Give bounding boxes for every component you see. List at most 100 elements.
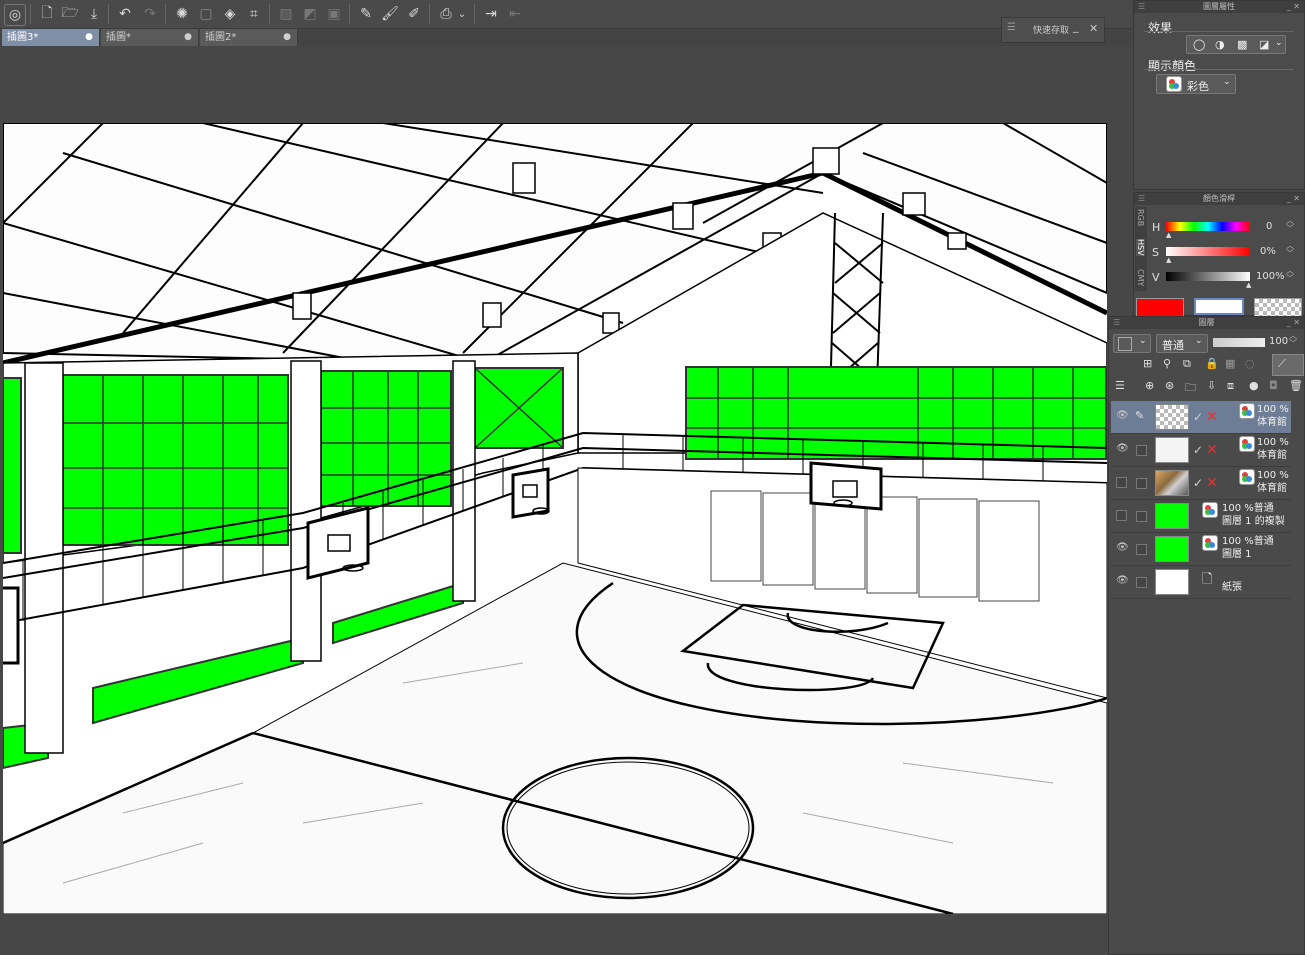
save-icon[interactable]: ⤓ <box>84 4 104 24</box>
tab-close-dot-icon[interactable]: ● <box>283 29 291 46</box>
loading-spinner-icon[interactable]: ✺ <box>172 4 192 24</box>
h-stepper-icon[interactable]: ︿ ﹀ <box>1286 217 1294 233</box>
ref-layer-icon[interactable]: ⊞ <box>1143 357 1152 370</box>
mask-icon[interactable]: ◌ <box>1245 357 1255 370</box>
layer-name: 圖層 1 <box>1222 549 1252 560</box>
tab-cmy[interactable]: CMY <box>1136 269 1145 286</box>
s-stepper-icon[interactable]: ︿ ﹀ <box>1286 242 1294 258</box>
edit-lock-box[interactable] <box>1136 544 1147 555</box>
ruler-pen-icon[interactable]: ✎ <box>356 4 376 24</box>
tab-label: 插圖2* <box>205 32 237 43</box>
layer-color-effect-icon[interactable]: ◪ <box>1259 38 1269 51</box>
tab-close-dot-icon[interactable]: ● <box>85 29 93 46</box>
v-stepper-icon[interactable]: ︿ ﹀ <box>1286 267 1294 283</box>
transfer-down-icon[interactable]: ⇩ <box>1207 379 1216 392</box>
display-color-dropdown[interactable]: 彩色 ⌄ <box>1156 74 1236 94</box>
edit-lock-box[interactable] <box>1136 511 1147 522</box>
tab-close-dot-icon[interactable]: ● <box>184 29 192 46</box>
select-source-icon[interactable]: ⚲ <box>1163 357 1171 370</box>
pencil-icon: ✎ <box>1135 409 1145 422</box>
layer-panel-menu-icon[interactable]: ☰ <box>1115 379 1125 392</box>
transform-icon[interactable]: ⌗ <box>244 4 264 24</box>
grip-icon[interactable]: ☰ <box>1007 22 1016 33</box>
layer-row[interactable]: 100 %普通 圖層 1 的複製 <box>1111 500 1291 533</box>
chevron-down-icon[interactable]: ⌄ <box>1275 38 1283 48</box>
minimize-close-icon[interactable]: _ ✕ <box>1287 1 1300 13</box>
layer-row[interactable]: 👁 100 %普通 圖層 1 <box>1111 533 1291 566</box>
edit-lock-box[interactable] <box>1136 445 1147 456</box>
new-vector-layer-icon[interactable]: ⊛ <box>1165 379 1174 392</box>
app-menu-icon[interactable]: ◎ <box>4 4 26 26</box>
chevron-down-icon[interactable]: ⌄ <box>456 4 468 24</box>
visibility-box[interactable] <box>1116 510 1127 521</box>
merge-layer-icon[interactable]: ⧈ <box>1227 379 1234 393</box>
close-icon[interactable]: ✕ <box>1089 22 1098 35</box>
blend-mode-dropdown[interactable]: 普通 ⌄ <box>1156 334 1208 353</box>
value-slider[interactable] <box>1166 272 1250 281</box>
invert-selection-icon[interactable]: ◩ <box>300 4 320 24</box>
extract-line-effect-icon[interactable]: ◑ <box>1215 38 1225 51</box>
apply-mask-icon[interactable]: ◘ <box>1269 379 1278 392</box>
delete-layer-icon[interactable]: 🗑 <box>1289 379 1303 392</box>
v-label: V <box>1152 271 1160 284</box>
canvas-area[interactable] <box>0 47 1108 955</box>
tab-rgb[interactable]: RGB <box>1136 209 1145 226</box>
main-color-chip[interactable] <box>1136 298 1184 317</box>
opacity-slider[interactable] <box>1213 338 1265 347</box>
border-effect-icon[interactable]: ◯ <box>1193 38 1205 51</box>
layer-row[interactable]: 👁 ✓ ✕ 100 % 体育館 <box>1111 434 1291 467</box>
tab-document-2[interactable]: 插圖* ● <box>101 29 199 46</box>
visibility-box[interactable] <box>1116 477 1127 488</box>
deselect-icon[interactable]: ▧ <box>276 4 296 24</box>
saturation-slider[interactable] <box>1166 247 1250 256</box>
minimize-close-icon[interactable]: _ ✕ <box>1287 193 1300 205</box>
layer-row[interactable]: 👁 ✎ ✓ ✕ 100 % 体育館 <box>1111 401 1291 434</box>
sub-color-chip[interactable] <box>1194 298 1244 315</box>
eye-icon[interactable]: 👁 <box>1116 411 1129 421</box>
grip-icon[interactable]: ☰ <box>1138 193 1145 205</box>
layer-color-toggle[interactable]: ⌄ <box>1113 334 1151 353</box>
tab-hsv[interactable]: HSV <box>1136 239 1145 256</box>
ruler-icon: ⟋ <box>1278 357 1286 370</box>
lock-transparent-icon[interactable]: ▦ <box>1225 357 1235 370</box>
checkmark-icon: ✓ <box>1193 476 1204 490</box>
undo-icon[interactable]: ↶ <box>115 4 135 24</box>
opacity-stepper-icon[interactable]: ︿ ﹀ <box>1289 332 1297 348</box>
tab-document-1[interactable]: 插圖3* ● <box>2 29 100 46</box>
tab-document-3[interactable]: 插圖2* ● <box>200 29 298 46</box>
eye-icon[interactable]: 👁 <box>1116 576 1129 586</box>
new-folder-icon[interactable]: 🗀 <box>1185 379 1196 398</box>
brush-icon[interactable]: 🖌 <box>380 4 400 24</box>
redo-icon[interactable]: ↷ <box>140 4 160 24</box>
tone-effect-icon[interactable]: ▩ <box>1237 38 1247 51</box>
clear-selection-icon[interactable]: ▢ <box>196 4 216 24</box>
new-raster-layer-icon[interactable]: ⊕ <box>1145 379 1154 392</box>
transparent-color-chip[interactable] <box>1254 298 1302 317</box>
edit-lock-box[interactable] <box>1136 577 1147 588</box>
grip-icon[interactable]: ☰ <box>1113 317 1120 329</box>
fill-icon[interactable]: ◈ <box>220 4 240 24</box>
layer-row[interactable]: 👁 🗋 紙張 <box>1111 566 1291 599</box>
grip-icon[interactable]: ☰ <box>1138 1 1145 13</box>
export-icon[interactable]: ⇤ <box>505 4 525 24</box>
import-icon[interactable]: ⇥ <box>481 4 501 24</box>
layer-row[interactable]: ✓ ✕ 100 % 体育館 <box>1111 467 1291 500</box>
clip-layer-icon[interactable]: ⧉ <box>1183 357 1191 371</box>
stamp-icon[interactable]: ⎙ <box>436 4 456 24</box>
effect-selector[interactable]: ◯ ◑ ▩ ◪ ⌄ <box>1186 35 1286 54</box>
edit-lock-box[interactable] <box>1136 478 1147 489</box>
minimize-icon[interactable]: _ <box>1073 20 1079 33</box>
eye-icon[interactable]: 👁 <box>1116 444 1129 454</box>
open-folder-icon[interactable]: 🗁 <box>60 4 80 24</box>
canvas[interactable] <box>3 123 1107 914</box>
hue-slider[interactable] <box>1166 222 1250 231</box>
color-mode-icon <box>1202 502 1218 518</box>
create-mask-icon[interactable]: ● <box>1249 379 1259 392</box>
crop-selection-icon[interactable]: ▣ <box>324 4 344 24</box>
ruler-display-button[interactable]: ⟋ <box>1272 354 1304 376</box>
new-file-icon[interactable]: 🗋 <box>37 4 57 24</box>
snap-ruler-icon[interactable]: ✐ <box>404 4 424 24</box>
minimize-close-icon[interactable]: _ ✕ <box>1287 317 1300 329</box>
lock-icon[interactable]: 🔒 <box>1205 357 1219 370</box>
eye-icon[interactable]: 👁 <box>1116 543 1129 553</box>
